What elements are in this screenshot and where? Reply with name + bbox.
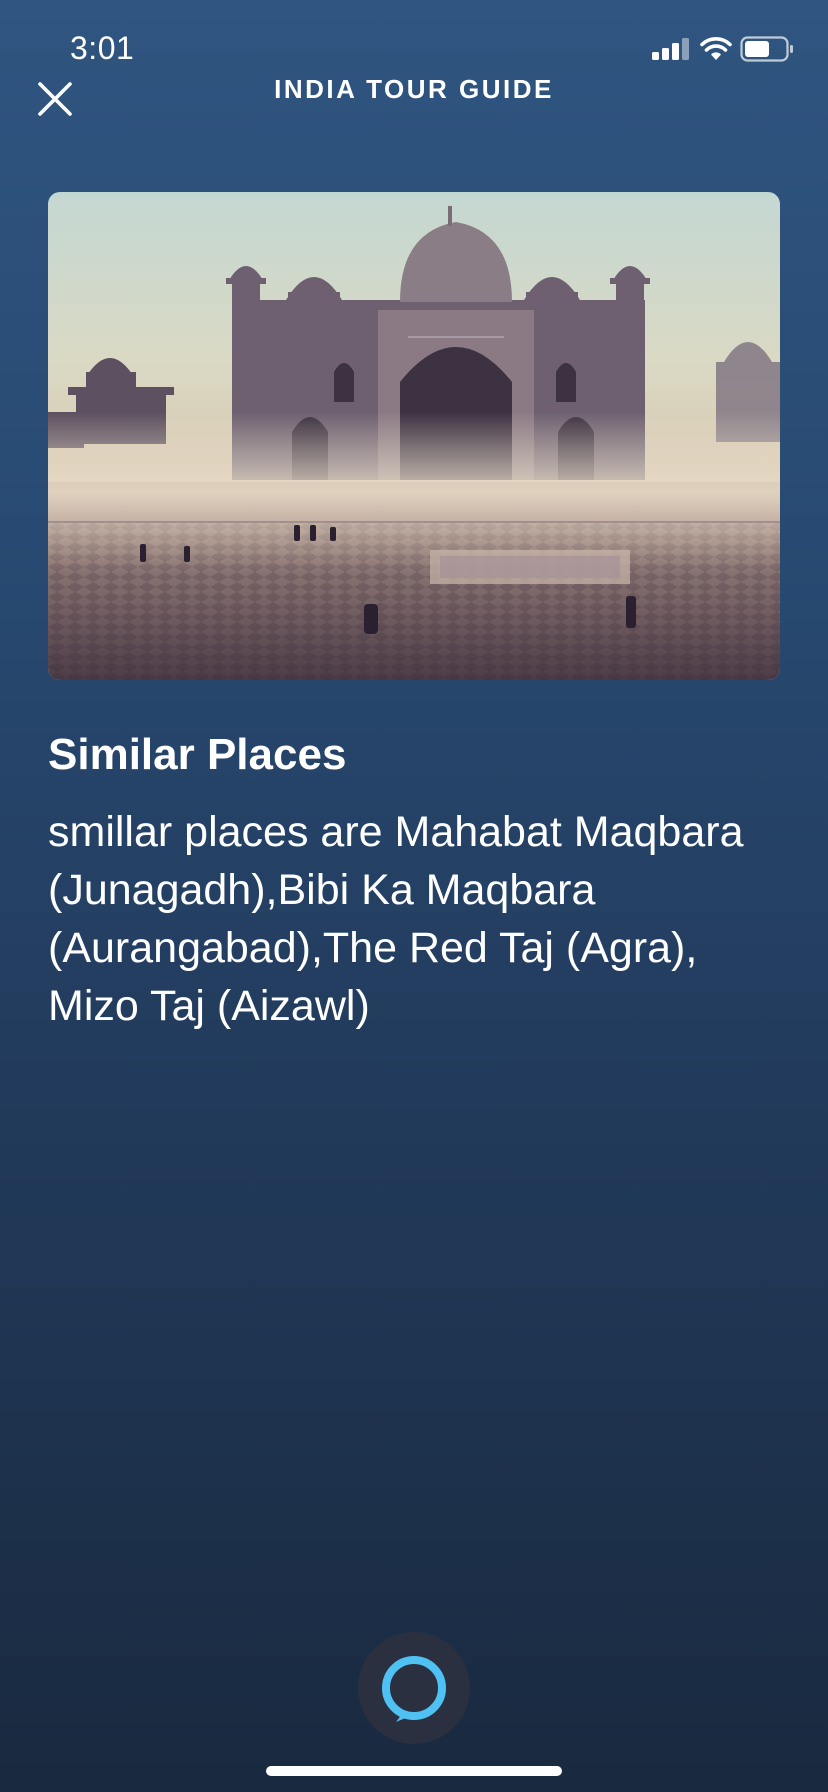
home-indicator[interactable] <box>266 1766 562 1776</box>
cellular-signal-icon <box>652 38 689 60</box>
status-time: 3:01 <box>70 30 135 66</box>
section-title: Similar Places <box>48 730 347 779</box>
section-body: smillar places are Mahabat Maqbara (Juna… <box>48 808 744 1030</box>
alexa-ring-icon <box>382 1656 446 1722</box>
battery-icon <box>740 36 793 62</box>
page-title: INDIA TOUR GUIDE <box>274 74 554 104</box>
alexa-button[interactable] <box>358 1632 470 1744</box>
wifi-icon <box>700 37 732 60</box>
hero-image <box>48 192 780 680</box>
